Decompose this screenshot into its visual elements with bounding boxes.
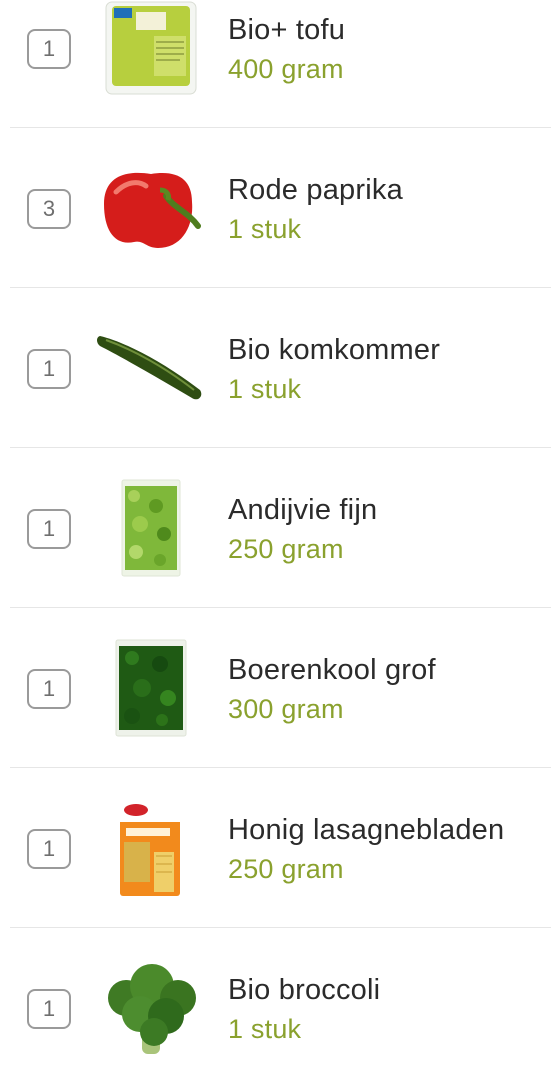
item-name: Bio komkommer bbox=[228, 334, 441, 366]
list-item[interactable]: 1 Bio komkommer 1 stuk bbox=[0, 288, 551, 448]
item-name: Bio broccoli bbox=[228, 974, 381, 1006]
item-name: Boerenkool grof bbox=[228, 654, 436, 686]
ingredient-list: 1 Bio+ tofu 400 gram 3 Rode paprika 1 st… bbox=[0, 0, 551, 1088]
item-amount: 1 stuk bbox=[228, 1014, 302, 1044]
endive-bag-icon bbox=[96, 476, 206, 580]
kale-bag-icon bbox=[96, 636, 206, 740]
item-amount: 300 gram bbox=[228, 694, 344, 724]
list-item[interactable]: 1 Bio broccoli 1 stuk bbox=[0, 928, 551, 1088]
list-item[interactable]: 1 Honig lasagnebladen 250 gram bbox=[0, 768, 551, 928]
tofu-package-icon bbox=[96, 0, 206, 100]
cucumber-icon bbox=[96, 316, 206, 420]
item-name: Andijvie fijn bbox=[228, 494, 378, 526]
item-amount: 1 stuk bbox=[228, 214, 302, 244]
red-pepper-icon bbox=[96, 156, 206, 260]
item-name: Rode paprika bbox=[228, 174, 403, 206]
list-item[interactable]: 1 Andijvie fijn 250 gram bbox=[0, 448, 551, 608]
item-amount: 250 gram bbox=[228, 534, 344, 564]
quantity-box[interactable]: 1 bbox=[27, 829, 71, 869]
item-name: Bio+ tofu bbox=[228, 14, 346, 46]
broccoli-icon bbox=[96, 956, 206, 1060]
list-item[interactable]: 3 Rode paprika 1 stuk bbox=[0, 128, 551, 288]
item-amount: 250 gram bbox=[228, 854, 344, 884]
quantity-box[interactable]: 3 bbox=[27, 189, 71, 229]
lasagna-box-icon bbox=[96, 796, 206, 900]
list-item[interactable]: 1 Bio+ tofu 400 gram bbox=[0, 0, 551, 128]
item-amount: 1 stuk bbox=[228, 374, 302, 404]
quantity-box[interactable]: 1 bbox=[27, 669, 71, 709]
quantity-box[interactable]: 1 bbox=[27, 349, 71, 389]
item-amount: 400 gram bbox=[228, 54, 344, 84]
quantity-box[interactable]: 1 bbox=[27, 29, 71, 69]
list-item[interactable]: 1 Boerenkool grof 300 gram bbox=[0, 608, 551, 768]
quantity-box[interactable]: 1 bbox=[27, 989, 71, 1029]
item-name: Honig lasagnebladen bbox=[228, 814, 505, 846]
quantity-box[interactable]: 1 bbox=[27, 509, 71, 549]
